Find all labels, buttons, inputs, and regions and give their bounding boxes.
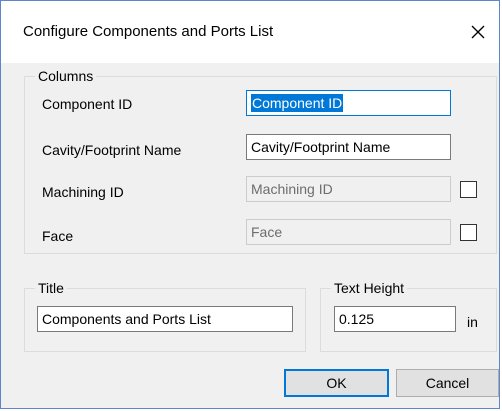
text-height-group-label: Text Height bbox=[331, 280, 408, 296]
component-id-label: Component ID bbox=[42, 96, 133, 112]
title-value: Components and Ports List bbox=[42, 311, 211, 327]
ok-button[interactable]: OK bbox=[284, 369, 389, 397]
cavity-footprint-name-label: Cavity/Footprint Name bbox=[42, 142, 182, 158]
cavity-footprint-name-field[interactable]: Cavity/Footprint Name bbox=[246, 134, 451, 160]
face-value: Face bbox=[251, 224, 283, 240]
face-label: Face bbox=[42, 228, 74, 244]
title-bar: Configure Components and Ports List bbox=[1, 1, 499, 63]
close-button[interactable] bbox=[463, 17, 493, 47]
close-icon bbox=[471, 25, 485, 39]
text-height-unit: in bbox=[467, 314, 478, 330]
cancel-button[interactable]: Cancel bbox=[396, 369, 499, 397]
title-field[interactable]: Components and Ports List bbox=[37, 306, 293, 332]
machining-id-label: Machining ID bbox=[42, 184, 124, 200]
title-group-label: Title bbox=[35, 280, 67, 296]
component-id-field[interactable]: Component ID bbox=[246, 90, 451, 116]
text-height-field[interactable]: 0.125 bbox=[334, 306, 456, 332]
machining-id-checkbox[interactable] bbox=[460, 181, 477, 198]
configure-dialog: Configure Components and Ports List Colu… bbox=[0, 0, 500, 409]
cavity-footprint-name-value: Cavity/Footprint Name bbox=[251, 139, 391, 155]
face-field: Face bbox=[246, 219, 451, 245]
text-height-value: 0.125 bbox=[339, 311, 375, 327]
face-checkbox[interactable] bbox=[460, 224, 477, 241]
component-id-value: Component ID bbox=[251, 94, 344, 112]
machining-id-field: Machining ID bbox=[246, 176, 451, 202]
dialog-title: Configure Components and Ports List bbox=[23, 23, 274, 40]
machining-id-value: Machining ID bbox=[251, 181, 333, 197]
columns-group-label: Columns bbox=[35, 68, 97, 84]
